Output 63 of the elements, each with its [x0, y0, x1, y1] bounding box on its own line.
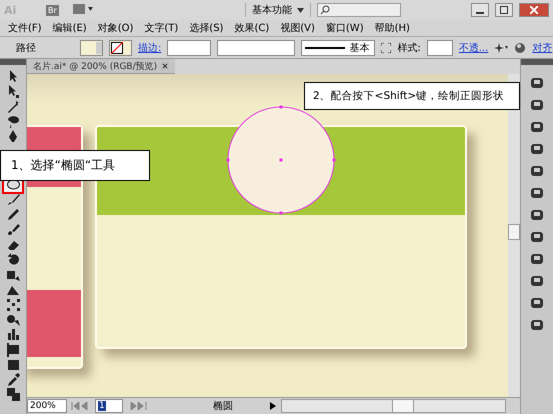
- menu-item[interactable]: 效果(C): [234, 21, 270, 35]
- horizontal-scrollbar[interactable]: [281, 399, 506, 413]
- tool-button[interactable]: [4, 342, 22, 357]
- opacity-link[interactable]: 不透...: [458, 40, 488, 54]
- menu-item[interactable]: 窗口(W): [326, 21, 364, 35]
- menu-item[interactable]: 视图(V): [280, 21, 315, 35]
- artboard-icon: [6, 342, 20, 357]
- sparkle-icon[interactable]: [494, 42, 508, 54]
- close-icon: [530, 6, 538, 14]
- search-icon: [320, 5, 330, 15]
- eyedropper-icon: [6, 372, 20, 387]
- bar-graph-icon: [6, 327, 20, 342]
- arrange-button[interactable]: [72, 4, 93, 16]
- close-icon[interactable]: [161, 62, 170, 70]
- style-label: 样式:: [397, 42, 421, 54]
- corners-icon[interactable]: [381, 42, 392, 52]
- rotate-icon: [6, 252, 20, 267]
- close-button[interactable]: [519, 3, 549, 17]
- workspace-dropdown[interactable]: 基本功能: [245, 3, 311, 17]
- tool-button[interactable]: [4, 387, 22, 402]
- menu-item[interactable]: 文字(T): [144, 21, 178, 35]
- transform-handles-icon: [6, 297, 20, 312]
- vertical-scrollbar[interactable]: [508, 74, 520, 397]
- bridge-button[interactable]: Br: [46, 4, 59, 16]
- play-icon[interactable]: [269, 402, 277, 410]
- zoom-dropdown[interactable]: 200%: [27, 399, 67, 413]
- panel-grip[interactable]: [0, 59, 26, 65]
- blob-brush-icon: [6, 222, 20, 237]
- circle-arrow-icon: [6, 312, 20, 327]
- wand-icon: [6, 99, 20, 114]
- menu-item[interactable]: 对象(O): [98, 21, 134, 35]
- callout-text: 1、选择“椭圆“工具: [11, 157, 116, 174]
- arrange-icon: [72, 4, 93, 14]
- object-type-label: 路径: [16, 42, 37, 54]
- document-tab[interactable]: 名片.ai* @ 200% (RGB/预览): [27, 59, 176, 74]
- menu-item[interactable]: 编辑(E): [52, 21, 87, 35]
- style-dropdown[interactable]: [426, 40, 453, 56]
- maximize-button[interactable]: [495, 3, 513, 17]
- brush-dropdown[interactable]: 基本: [301, 40, 376, 56]
- caret-icon: [297, 8, 304, 12]
- maximize-icon: [500, 6, 508, 14]
- fill-stroke-icon: [6, 387, 20, 402]
- current-tool-label: 椭圆: [213, 400, 234, 413]
- tool-button[interactable]: [4, 312, 22, 327]
- fill-swatch[interactable]: [80, 40, 103, 56]
- minimize-button[interactable]: [471, 3, 489, 17]
- menu-item[interactable]: 文件(F): [8, 21, 42, 35]
- search-field[interactable]: [317, 3, 401, 17]
- callout-text: 2、配合按下<Shift>键，绘制正圆形状: [313, 89, 504, 103]
- no-stroke-icon: [111, 42, 123, 54]
- menu-item[interactable]: 帮助(H): [374, 21, 410, 35]
- globe-icon[interactable]: [514, 42, 526, 54]
- panel-grip[interactable]: [521, 59, 553, 65]
- stroke-weight-field[interactable]: [167, 40, 212, 56]
- align-link[interactable]: 对齐: [532, 40, 552, 54]
- stroke-swatch[interactable]: [109, 40, 132, 56]
- menu-item[interactable]: 选择(S): [189, 21, 224, 35]
- line-icon: [305, 46, 346, 50]
- page-field[interactable]: 1: [95, 399, 123, 413]
- variable-width-dropdown[interactable]: [217, 40, 296, 56]
- tool-button[interactable]: [4, 297, 22, 312]
- pencil-icon: [6, 207, 20, 222]
- stroke-link[interactable]: 描边:: [138, 40, 162, 54]
